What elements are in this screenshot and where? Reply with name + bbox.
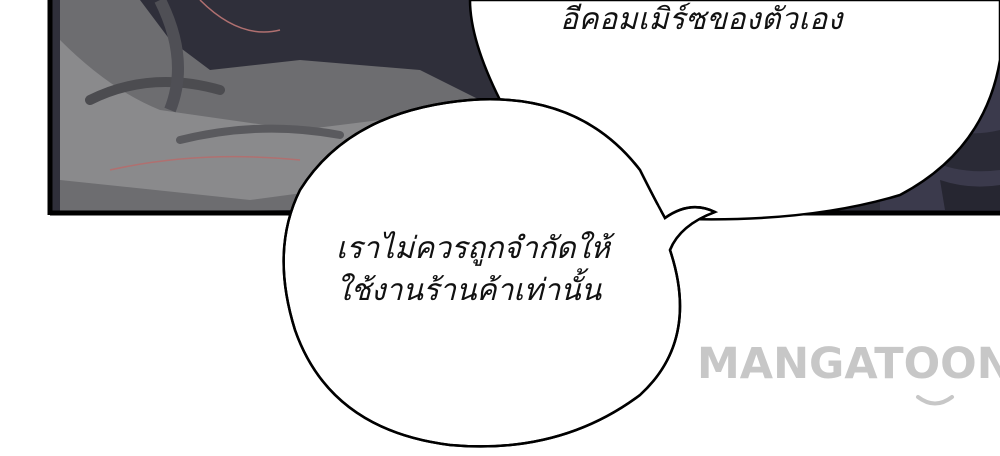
- comic-page: อีคอมเมิร์ซของตัวเอง เราไม่ควรถูกจำกัดให…: [0, 0, 1000, 456]
- lower-bubble-line-1: เราไม่ควรถูกจำกัดให้: [336, 231, 610, 266]
- lower-bubble-text: เราไม่ควรถูกจำกัดให้ ใช้งานร้านค้าเท่านั…: [336, 228, 610, 312]
- top-bubble-text: อีคอมเมิร์ซของตัวเอง: [560, 2, 843, 37]
- watermark-logo: MANGATOON: [697, 339, 1000, 389]
- lower-bubble-line-2: ใช้งานร้านค้าเท่านั้น: [336, 273, 602, 308]
